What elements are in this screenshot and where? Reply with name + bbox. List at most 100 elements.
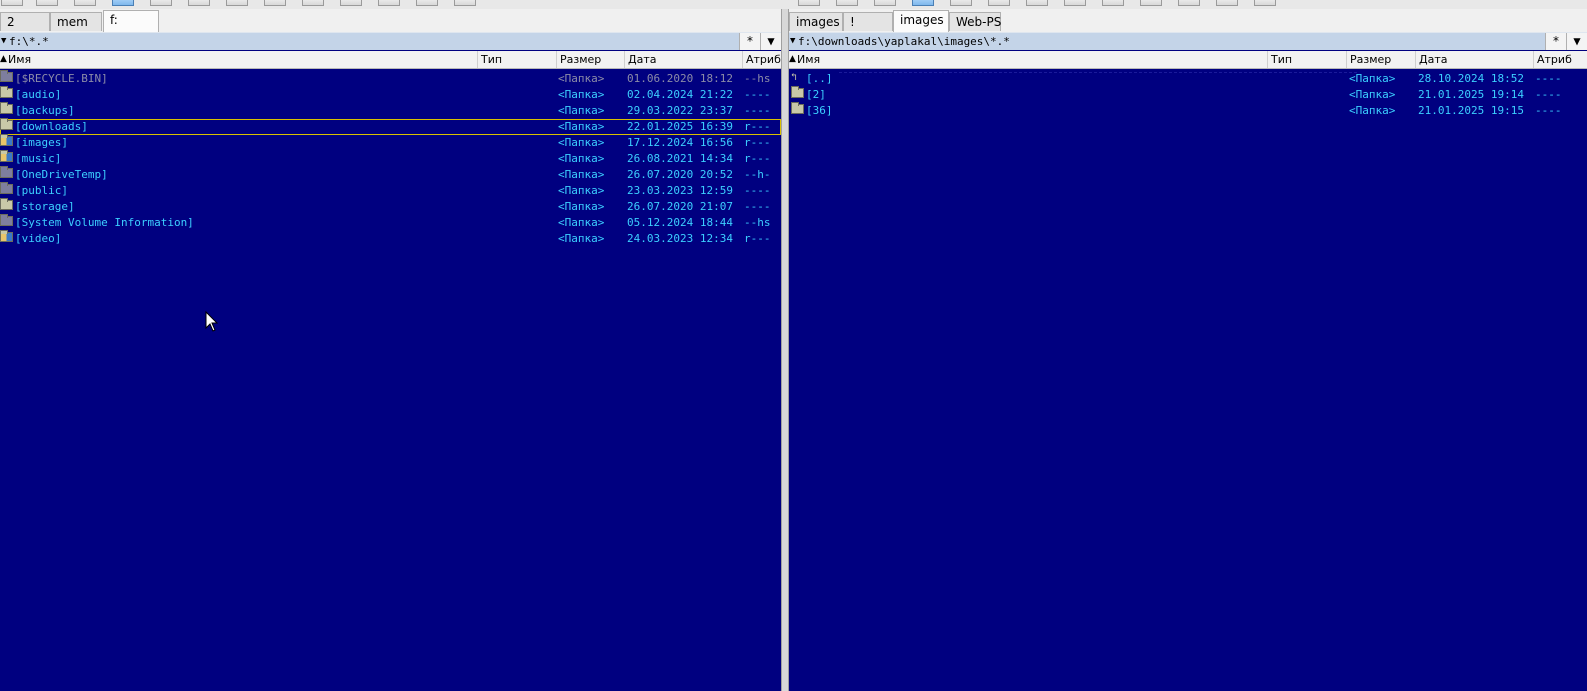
mouse-pointer-icon bbox=[205, 311, 219, 332]
toolbar-button[interactable] bbox=[74, 0, 96, 6]
column-attributes[interactable]: Атриб bbox=[1537, 53, 1572, 66]
tab-exclamation[interactable]: ! bbox=[843, 12, 893, 31]
folder-icon bbox=[791, 102, 804, 114]
toolbar-button[interactable] bbox=[150, 0, 172, 6]
history-dropdown-icon[interactable]: ▼ bbox=[790, 36, 795, 46]
item-size: <Папка> bbox=[558, 152, 605, 165]
tab-web-ps[interactable]: Web-PS bbox=[949, 12, 1001, 31]
list-item[interactable]: [video] <Папка> 24.03.2023 12:34 r--- bbox=[0, 230, 781, 247]
item-name: [System Volume Information] bbox=[15, 216, 194, 229]
toolbar-button[interactable] bbox=[798, 0, 820, 6]
column-type[interactable]: Тип bbox=[1271, 53, 1292, 66]
item-date: 26.07.2020 21:07 bbox=[627, 200, 733, 213]
toolbar-button[interactable] bbox=[112, 0, 134, 6]
toolbar-button[interactable] bbox=[36, 0, 58, 6]
item-name: [storage] bbox=[15, 200, 75, 213]
special-folder-icon bbox=[0, 150, 13, 162]
item-size: <Папка> bbox=[1349, 88, 1396, 101]
item-size: <Папка> bbox=[558, 168, 605, 181]
toolbar-button[interactable] bbox=[1254, 0, 1276, 6]
item-size: <Папка> bbox=[558, 200, 605, 213]
list-item[interactable]: [OneDriveTemp] <Папка> 26.07.2020 20:52 … bbox=[0, 166, 781, 183]
item-name: [audio] bbox=[15, 88, 62, 101]
column-date[interactable]: Дата bbox=[1419, 53, 1447, 66]
list-item[interactable]: [audio] <Папка> 02.04.2024 21:22 ---- bbox=[0, 86, 781, 103]
filter-button[interactable]: * bbox=[1545, 33, 1566, 50]
list-item[interactable]: [backups] <Папка> 29.03.2022 23:37 ---- bbox=[0, 102, 781, 119]
toolbar-button[interactable] bbox=[1026, 0, 1048, 6]
history-dropdown-icon[interactable]: ▼ bbox=[1, 36, 6, 46]
filter-button[interactable]: * bbox=[739, 33, 760, 50]
item-name: [video] bbox=[15, 232, 62, 245]
toolbar-button[interactable] bbox=[226, 0, 248, 6]
toolbar-button[interactable] bbox=[1140, 0, 1162, 6]
folder-icon bbox=[0, 198, 13, 210]
toolbar-button[interactable] bbox=[378, 0, 400, 6]
item-date: 05.12.2024 18:44 bbox=[627, 216, 733, 229]
left-path-bar[interactable]: ▼ f:\*.* * ▼ bbox=[0, 32, 781, 50]
left-column-header: ▲ Имя Тип Размер Дата Атриб bbox=[0, 51, 781, 69]
toolbar-button[interactable] bbox=[874, 0, 896, 6]
column-name[interactable]: Имя bbox=[797, 53, 820, 66]
list-item[interactable]: [$RECYCLE.BIN] <Папка> 01.06.2020 18:12 … bbox=[0, 70, 781, 87]
toolbar-button[interactable] bbox=[988, 0, 1010, 6]
item-date: 17.12.2024 16:56 bbox=[627, 136, 733, 149]
special-folder-icon bbox=[0, 134, 13, 146]
list-item[interactable]: [public] <Папка> 23.03.2023 12:59 ---- bbox=[0, 182, 781, 199]
column-date[interactable]: Дата bbox=[628, 53, 656, 66]
toolbar-button[interactable] bbox=[416, 0, 438, 6]
item-attr: --h- bbox=[744, 168, 771, 181]
list-item[interactable]: [2] <Папка> 21.01.2025 19:14 ---- bbox=[789, 86, 1587, 103]
item-name: [downloads] bbox=[15, 120, 88, 133]
toolbar-button[interactable] bbox=[836, 0, 858, 6]
toolbar-button[interactable] bbox=[950, 0, 972, 6]
item-attr: ---- bbox=[1535, 104, 1562, 117]
list-item[interactable]: [System Volume Information] <Папка> 05.1… bbox=[0, 214, 781, 231]
item-name: [music] bbox=[15, 152, 62, 165]
tab-images-active[interactable]: images bbox=[893, 10, 949, 32]
column-size[interactable]: Размер bbox=[560, 53, 601, 66]
folder-icon bbox=[0, 102, 13, 114]
right-path-bar[interactable]: ▼ f:\downloads\yaplakal\images\*.* * ▼ bbox=[789, 32, 1587, 50]
toolbar-button[interactable] bbox=[264, 0, 286, 6]
item-size: <Папка> bbox=[558, 88, 605, 101]
list-item-cursor[interactable]: [downloads] <Папка> 22.01.2025 16:39 r--… bbox=[0, 118, 781, 135]
hotlist-dropdown-button[interactable]: ▼ bbox=[760, 33, 781, 50]
toolbar-button[interactable] bbox=[1216, 0, 1238, 6]
column-type[interactable]: Тип bbox=[481, 53, 502, 66]
toolbar-button[interactable] bbox=[912, 0, 934, 6]
right-file-panel[interactable]: images ! images Web-PS ▼ f:\downloads\ya… bbox=[789, 9, 1587, 691]
item-date: 21.01.2025 19:14 bbox=[1418, 88, 1524, 101]
toolbar-button[interactable] bbox=[1064, 0, 1086, 6]
column-size[interactable]: Размер bbox=[1350, 53, 1391, 66]
toolbar-button[interactable] bbox=[1178, 0, 1200, 6]
item-size: <Папка> bbox=[558, 232, 605, 245]
item-attr: --hs bbox=[744, 72, 771, 85]
item-name: [36] bbox=[806, 104, 833, 117]
toolbar-button[interactable] bbox=[340, 0, 362, 6]
toolbar-button[interactable] bbox=[454, 0, 476, 6]
sort-up-icon: ▲ bbox=[789, 54, 796, 64]
list-item[interactable]: [36] <Папка> 21.01.2025 19:15 ---- bbox=[789, 102, 1587, 119]
tab-mem[interactable]: mem bbox=[50, 12, 102, 31]
toolbar-button[interactable] bbox=[1102, 0, 1124, 6]
column-name[interactable]: Имя bbox=[8, 53, 31, 66]
panel-splitter[interactable] bbox=[781, 9, 789, 691]
tab-2[interactable]: 2 bbox=[0, 12, 50, 31]
tab-images[interactable]: images bbox=[789, 12, 843, 31]
item-attr: r--- bbox=[744, 232, 771, 245]
column-attributes[interactable]: Атриб bbox=[746, 53, 781, 66]
list-item[interactable]: [images] <Папка> 17.12.2024 16:56 r--- bbox=[0, 134, 781, 151]
hotlist-dropdown-button[interactable]: ▼ bbox=[1566, 33, 1587, 50]
item-date: 28.10.2024 18:52 bbox=[1418, 72, 1524, 85]
left-file-panel[interactable]: 2 mem f: ▼ f:\*.* * ▼ ▲ Имя Тип Размер Д… bbox=[0, 9, 781, 691]
item-date: 23.03.2023 12:59 bbox=[627, 184, 733, 197]
tab-f-drive[interactable]: f: bbox=[103, 10, 159, 32]
item-name: [..] bbox=[806, 72, 833, 85]
toolbar-button[interactable] bbox=[302, 0, 324, 6]
list-item[interactable]: [storage] <Папка> 26.07.2020 21:07 ---- bbox=[0, 198, 781, 215]
toolbar-button[interactable] bbox=[1, 0, 23, 6]
toolbar-button[interactable] bbox=[188, 0, 210, 6]
list-item-up[interactable]: ↰ [..] <Папка> 28.10.2024 18:52 ---- bbox=[789, 71, 1587, 87]
list-item[interactable]: [music] <Папка> 26.08.2021 14:34 r--- bbox=[0, 150, 781, 167]
